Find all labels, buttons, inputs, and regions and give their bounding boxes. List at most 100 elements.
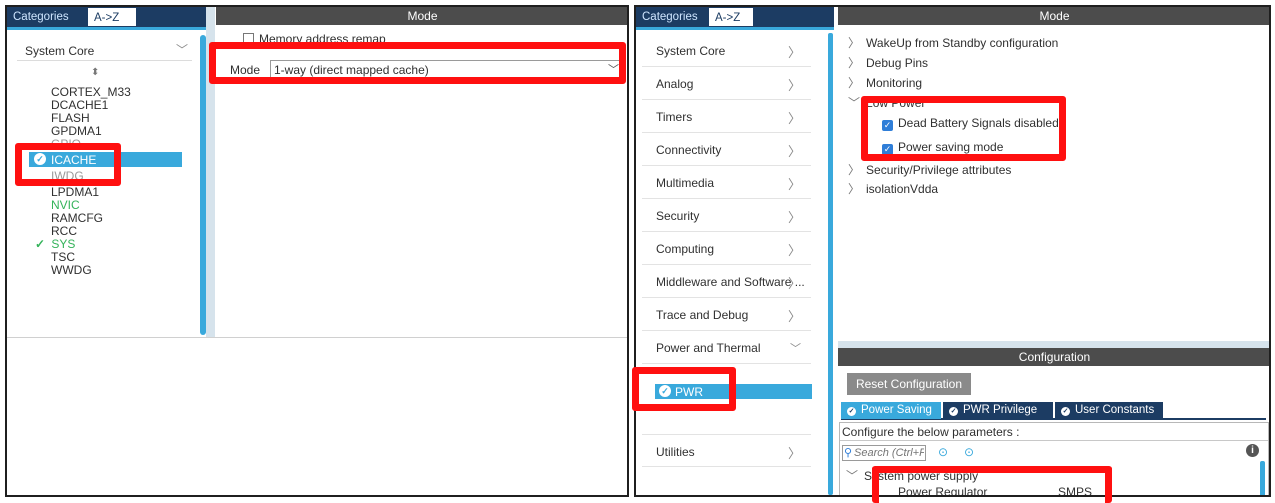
chevron-right-icon: 〉	[787, 144, 801, 159]
chevron-down-icon: ﹀	[790, 343, 801, 355]
reset-configuration-button[interactable]: Reset Configuration	[847, 373, 971, 395]
category-item[interactable]: Trace and Debug 〉	[642, 298, 811, 331]
search-icon: ⚲	[844, 447, 853, 459]
list-item[interactable]: TSC	[51, 250, 75, 264]
category-item[interactable]: Connectivity 〉	[642, 133, 811, 166]
tab-pwr-privilege[interactable]: ✓ PWR Privilege	[943, 402, 1053, 419]
configuration-header: Configuration	[838, 348, 1269, 366]
category-accent-line	[7, 27, 214, 30]
category-item-expanded[interactable]: Power and Thermal ﹀	[642, 331, 811, 364]
category-item[interactable]: Analog 〉	[642, 67, 811, 100]
mode-label: Mode	[230, 63, 261, 77]
power-saving-checkbox[interactable]: ✓ Power saving mode	[882, 140, 1003, 155]
mode-header: Mode	[216, 7, 627, 25]
list-item-selected[interactable]: ✓ PWR	[655, 384, 812, 399]
right-window: Categories A->Z System Core 〉 Analog 〉 Tim…	[634, 5, 1271, 497]
configuration-pane: Configuration Reset Configuration ✓ Power…	[838, 348, 1269, 495]
list-item-label: ICACHE	[51, 153, 97, 167]
category-item[interactable]: Utilities 〉	[642, 434, 811, 467]
chevron-right-icon: 〉	[787, 111, 801, 126]
pane-divider[interactable]	[206, 7, 215, 337]
tree-item[interactable]: 〉 WakeUp from Standby configuration	[848, 34, 1058, 51]
tab-power-saving[interactable]: ✓ Power Saving	[841, 402, 941, 419]
chevron-down-icon: ﹀	[846, 469, 859, 483]
tree-item-expanded[interactable]: ﹀ Low Power	[848, 94, 925, 111]
category-label: System Core	[25, 44, 95, 58]
section-row[interactable]: ﹀ System power supply	[846, 467, 978, 484]
chevron-right-icon: 〉	[787, 446, 801, 461]
category-dropdown[interactable]: System Core ﹀	[17, 39, 192, 61]
checkbox-checked-icon: ✓	[882, 120, 893, 131]
tab-a-z[interactable]: A->Z	[87, 7, 137, 27]
category-item[interactable]: Timers 〉	[642, 100, 811, 133]
category-item[interactable]: Middleware and Software ... 〉	[642, 265, 811, 298]
next-icon[interactable]: ⊙	[964, 445, 974, 459]
tab-categories[interactable]: Categories	[636, 7, 708, 27]
chevron-right-icon: 〉	[787, 210, 801, 225]
tree-item[interactable]: 〉 Security/Privilege attributes	[848, 161, 1011, 178]
chevron-right-icon: 〉	[787, 309, 801, 324]
category-pane: Categories A->Z System Core ﹀ ⬍ CORTEX_M…	[7, 7, 214, 337]
mode-select[interactable]: 1-way (direct mapped cache) ﹀	[270, 60, 624, 78]
category-item[interactable]: Computing 〉	[642, 232, 811, 265]
list-item[interactable]: CORTEX_M33	[51, 85, 131, 99]
previous-icon[interactable]: ⊙	[938, 445, 948, 459]
list-item[interactable]: WWDG	[51, 263, 92, 277]
check-circle-icon: ✓	[659, 385, 671, 397]
chevron-right-icon: 〉	[848, 76, 861, 90]
chevron-down-icon: ﹀	[608, 64, 619, 76]
checkbox-checked-icon: ✓	[882, 144, 893, 155]
config-tabs: ✓ Power Saving ✓ PWR Privilege ✓ User Const…	[841, 402, 1266, 420]
chevron-right-icon: 〉	[848, 56, 861, 70]
list-item[interactable]: DCACHE1	[51, 98, 108, 112]
chevron-right-icon: 〉	[848, 163, 861, 177]
memory-remap-checkbox[interactable]: Memory address remap	[243, 32, 386, 46]
mode-pane: Mode 〉 WakeUp from Standby configuration …	[838, 7, 1269, 341]
parameters-panel: Configure the below parameters : ⚲ ⊙ ⊙ i…	[839, 422, 1269, 495]
list-item[interactable]: LPDMA1	[51, 185, 99, 199]
category-item[interactable]: Security 〉	[642, 199, 811, 232]
tab-a-z[interactable]: A->Z	[708, 7, 754, 27]
chevron-right-icon: 〉	[787, 243, 801, 258]
category-item[interactable]: System Core 〉	[642, 34, 811, 67]
chevron-right-icon: 〉	[848, 182, 861, 196]
mode-select-value: 1-way (direct mapped cache)	[274, 63, 429, 77]
list-item-label: SYS	[51, 237, 76, 251]
list-item-label: PWR	[675, 385, 703, 399]
tab-user-constants[interactable]: ✓ User Constants	[1055, 402, 1163, 419]
section-divider[interactable]	[838, 341, 1269, 348]
scrollbar[interactable]	[828, 33, 833, 495]
param-value[interactable]: SMPS	[1058, 485, 1092, 495]
config-scrollbar[interactable]	[1260, 461, 1265, 495]
list-item[interactable]: RAMCFG	[51, 211, 103, 225]
search-box[interactable]: ⚲	[842, 445, 926, 461]
list-item[interactable]: NVIC	[51, 198, 80, 212]
checkmark-icon: ✓	[35, 237, 46, 251]
sort-icon[interactable]: ⬍	[91, 67, 99, 78]
search-input[interactable]	[854, 446, 924, 460]
list-item[interactable]: GPIO	[51, 137, 81, 151]
list-item[interactable]: ✓ SYS	[35, 237, 75, 251]
parameters-separator	[840, 440, 1268, 441]
list-item[interactable]: IWDG	[51, 169, 84, 183]
category-item[interactable]: Multimedia 〉	[642, 166, 811, 199]
list-item[interactable]: GPDMA1	[51, 124, 102, 138]
tree-item[interactable]: 〉 Debug Pins	[848, 54, 928, 71]
chevron-right-icon: 〉	[848, 36, 861, 50]
tree-item[interactable]: 〉 Monitoring	[848, 74, 922, 91]
configure-label: Configure the below parameters :	[842, 425, 1020, 439]
list-item[interactable]: FLASH	[51, 111, 90, 125]
chevron-down-icon: ﹀	[175, 43, 188, 57]
info-icon[interactable]: i	[1246, 444, 1259, 457]
chevron-right-icon: 〉	[787, 177, 801, 192]
list-item[interactable]: RCC	[51, 224, 77, 238]
mode-pane: Mode Memory address remap Mode 1-way (di…	[216, 7, 627, 337]
dead-battery-checkbox[interactable]: ✓ Dead Battery Signals disabled	[882, 116, 1059, 131]
category-accent-line	[636, 27, 834, 30]
mode-header: Mode	[838, 7, 1269, 25]
list-item-selected[interactable]: ✓ ICACHE	[29, 152, 182, 167]
chevron-right-icon: 〉	[787, 276, 801, 291]
tab-categories[interactable]: Categories	[7, 7, 87, 27]
memory-remap-label: Memory address remap	[259, 32, 386, 46]
tree-item[interactable]: 〉 isolationVdda	[848, 180, 938, 197]
